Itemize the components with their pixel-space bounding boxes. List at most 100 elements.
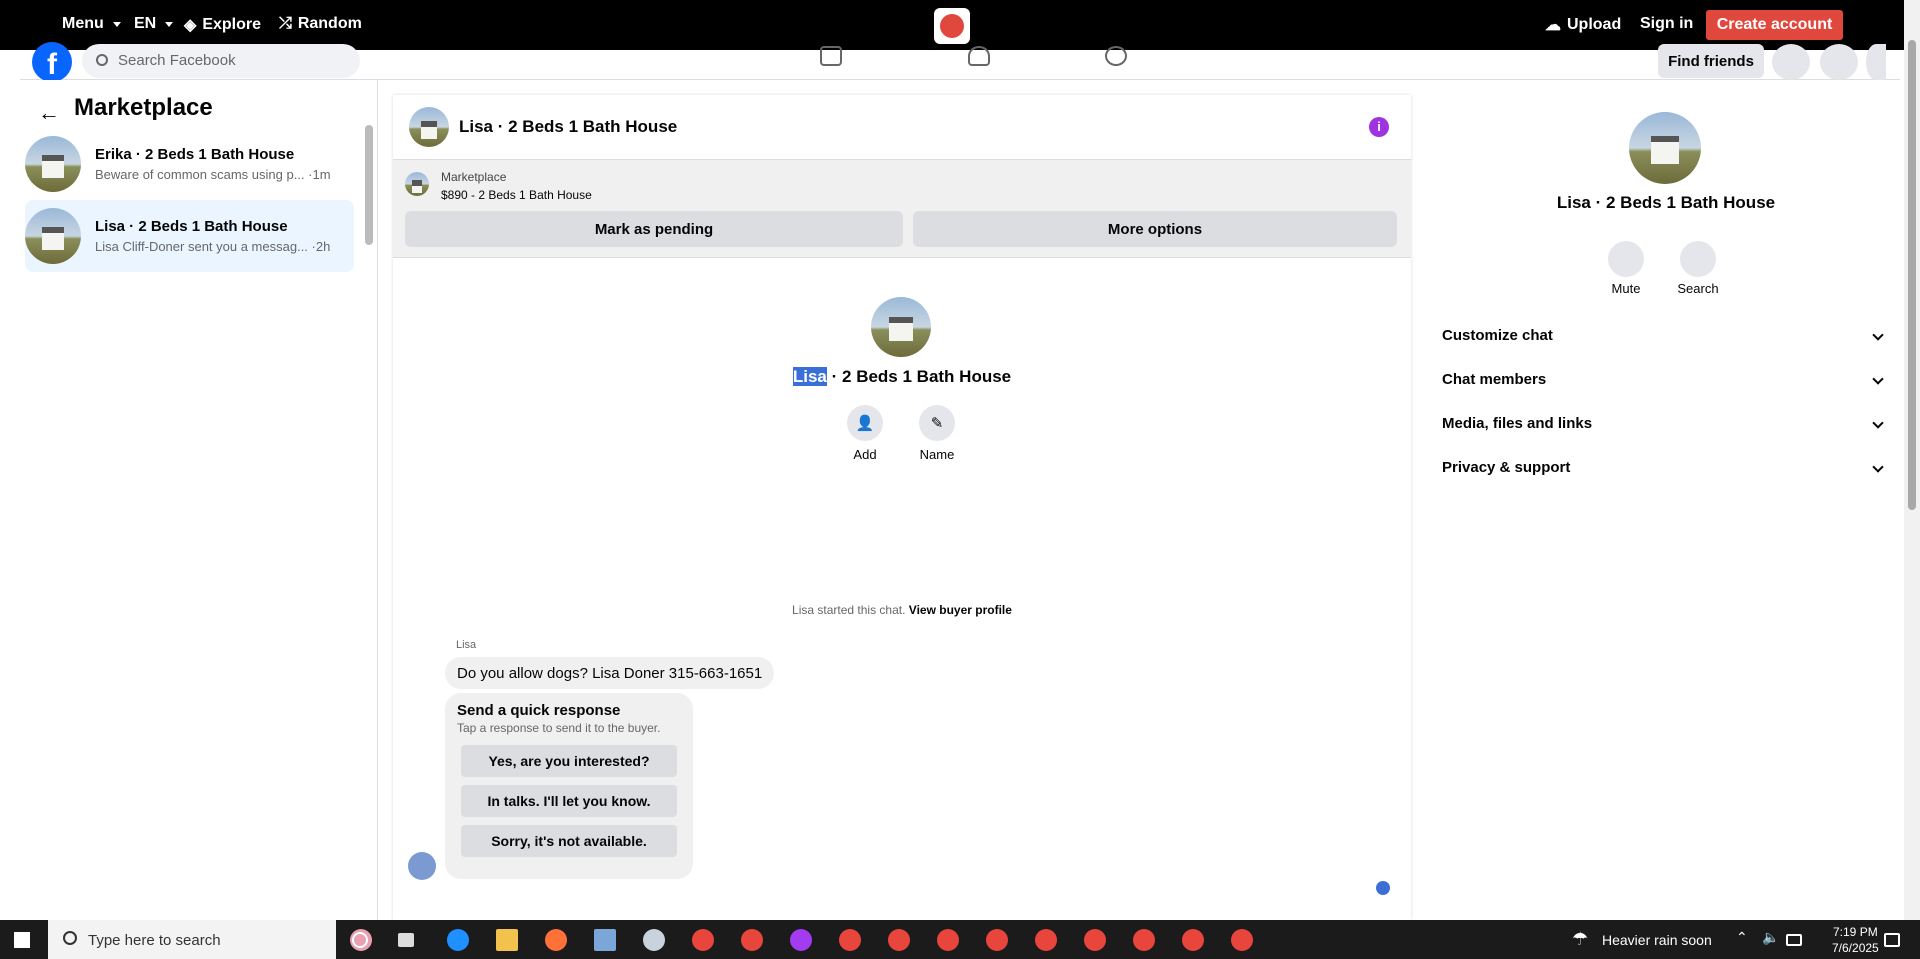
taskbar-clock[interactable]: 7:19 PM 7/6/2025 <box>1832 924 1879 956</box>
quick-response-yes-button[interactable]: Yes, are you interested? <box>461 745 677 777</box>
chat-profile-avatar <box>871 297 931 357</box>
chevron-down-icon <box>165 21 174 27</box>
chrome-icon[interactable] <box>888 929 910 951</box>
chrome-icon[interactable] <box>692 929 714 951</box>
chat-panel: Lisa · 2 Beds 1 Bath House i Marketplace… <box>393 95 1411 920</box>
listing-thumbnail <box>25 208 81 264</box>
edit-name-button[interactable]: ✎ <box>919 405 955 441</box>
network-icon[interactable] <box>1786 934 1802 946</box>
chat-avatar[interactable] <box>409 107 449 147</box>
app-icon[interactable] <box>643 929 665 951</box>
quick-response-unavailable-button[interactable]: Sorry, it's not available. <box>461 825 677 857</box>
mute-bell-icon[interactable] <box>1608 241 1644 277</box>
view-buyer-profile-link[interactable]: View buyer profile <box>909 603 1012 617</box>
profile-avatar[interactable] <box>1866 44 1886 80</box>
more-options-button[interactable]: More options <box>913 211 1397 247</box>
chrome-icon[interactable] <box>741 929 763 951</box>
facebook-search-input[interactable]: Search Facebook <box>82 44 360 78</box>
details-avatar <box>1629 112 1701 184</box>
taskbar-search-input[interactable]: Type here to search <box>48 920 336 959</box>
mute-label: Mute <box>1611 281 1641 296</box>
chrome-icon[interactable] <box>937 929 959 951</box>
facebook-header: f Search Facebook Find friends <box>20 42 1900 82</box>
chrome-icon[interactable] <box>1084 929 1106 951</box>
search-label: Search <box>1677 281 1719 296</box>
random-button[interactable]: ⤮ Random <box>279 15 362 33</box>
chat-header: Lisa · 2 Beds 1 Bath House i <box>393 95 1411 160</box>
friends-icon[interactable] <box>968 46 990 66</box>
file-explorer-icon[interactable] <box>496 929 518 951</box>
menu-button[interactable]: Menu <box>62 15 121 33</box>
chrome-icon[interactable] <box>1035 929 1057 951</box>
find-friends-button[interactable]: Find friends <box>1658 44 1764 78</box>
back-arrow-icon[interactable]: ← <box>38 100 60 126</box>
chat-started-notice: Lisa started this chat. View buyer profi… <box>792 603 1012 617</box>
notifications-bell-icon[interactable] <box>1820 44 1858 80</box>
sign-in-link[interactable]: Sign in <box>1640 15 1693 33</box>
quick-response-talks-button[interactable]: In talks. I'll let you know. <box>461 785 677 817</box>
search-icon <box>96 54 108 66</box>
sender-avatar[interactable] <box>408 852 436 880</box>
customize-chat-section[interactable]: Customize chat <box>1442 327 1884 344</box>
listing-price[interactable]: $890 - 2 Beds 1 Bath House <box>441 188 592 202</box>
taskbar: Type here to search ☂ Heavier rain soon … <box>0 920 1920 959</box>
scrollbar-thumb[interactable] <box>1908 40 1916 510</box>
chrome-icon[interactable] <box>839 929 861 951</box>
shuffle-icon: ⤮ <box>279 15 292 32</box>
media-files-links-section[interactable]: Media, files and links <box>1442 415 1884 432</box>
message-bubble: Do you allow dogs? Lisa Doner 315-663-16… <box>445 657 775 689</box>
cortana-icon[interactable] <box>352 932 368 948</box>
listing-thumbnail[interactable] <box>405 172 429 196</box>
chrome-icon[interactable] <box>986 929 1008 951</box>
conversation-name: Lisa · 2 Beds 1 Bath House <box>95 218 288 235</box>
facebook-logo-icon[interactable]: f <box>32 42 72 82</box>
sidebar-title: Marketplace <box>74 94 213 121</box>
language-button[interactable]: EN <box>134 15 174 33</box>
chevron-down-icon <box>1872 417 1884 429</box>
notification-center-icon[interactable] <box>1884 933 1900 947</box>
seen-receipt-avatar <box>1376 881 1390 895</box>
site-logo[interactable] <box>934 8 970 44</box>
chrome-icon[interactable] <box>1182 929 1204 951</box>
add-label: Add <box>853 447 877 462</box>
info-icon[interactable]: i <box>1369 117 1389 137</box>
quick-response-subtitle: Tap a response to send it to the buyer. <box>457 721 661 735</box>
page-scrollbar[interactable] <box>1904 0 1920 920</box>
messenger-icon[interactable] <box>790 929 812 951</box>
speaker-icon[interactable]: 🔈 <box>1762 929 1784 951</box>
create-account-button[interactable]: Create account <box>1706 10 1843 40</box>
add-person-button[interactable]: 👤 <box>847 405 883 441</box>
search-icon[interactable] <box>1680 241 1716 277</box>
privacy-support-section[interactable]: Privacy & support <box>1442 459 1884 476</box>
search-icon <box>63 931 77 945</box>
pencil-icon: ✎ <box>930 415 944 432</box>
groups-icon[interactable] <box>1105 46 1127 66</box>
message-sender: Lisa <box>456 639 477 651</box>
conversation-item-erika[interactable]: Erika · 2 Beds 1 Bath House Beware of co… <box>25 128 354 200</box>
firefox-icon[interactable] <box>545 929 567 951</box>
mark-as-pending-button[interactable]: Mark as pending <box>405 211 903 247</box>
name-label: Name <box>919 447 955 462</box>
chevron-up-icon[interactable]: ⌃ <box>1736 929 1758 951</box>
listing-label: Marketplace <box>441 170 507 184</box>
weather-text[interactable]: Heavier rain soon <box>1602 932 1712 948</box>
cloud-upload-icon: ☁ <box>1545 17 1561 34</box>
explore-button[interactable]: ◈ Explore <box>184 15 261 35</box>
chevron-down-icon <box>112 21 121 27</box>
chat-title[interactable]: Lisa · 2 Beds 1 Bath House <box>459 117 677 137</box>
chrome-icon[interactable] <box>1133 929 1155 951</box>
task-view-icon[interactable] <box>398 933 414 947</box>
chrome-icon[interactable] <box>1231 929 1253 951</box>
upload-button[interactable]: ☁ Upload <box>1545 15 1621 35</box>
apps-grid-icon[interactable] <box>1772 44 1810 80</box>
windows-start-icon[interactable] <box>14 932 30 948</box>
sidebar-scrollbar[interactable] <box>365 125 373 245</box>
conversation-item-lisa[interactable]: Lisa · 2 Beds 1 Bath House Lisa Cliff-Do… <box>25 200 354 272</box>
conversation-preview: Beware of common scams using p... ·1m <box>95 167 331 182</box>
logo-icon <box>940 14 964 38</box>
edge-icon[interactable] <box>447 929 469 951</box>
app-icon[interactable] <box>594 929 616 951</box>
chat-members-section[interactable]: Chat members <box>1442 371 1884 388</box>
umbrella-icon[interactable]: ☂ <box>1572 929 1594 951</box>
home-icon[interactable] <box>820 46 842 66</box>
